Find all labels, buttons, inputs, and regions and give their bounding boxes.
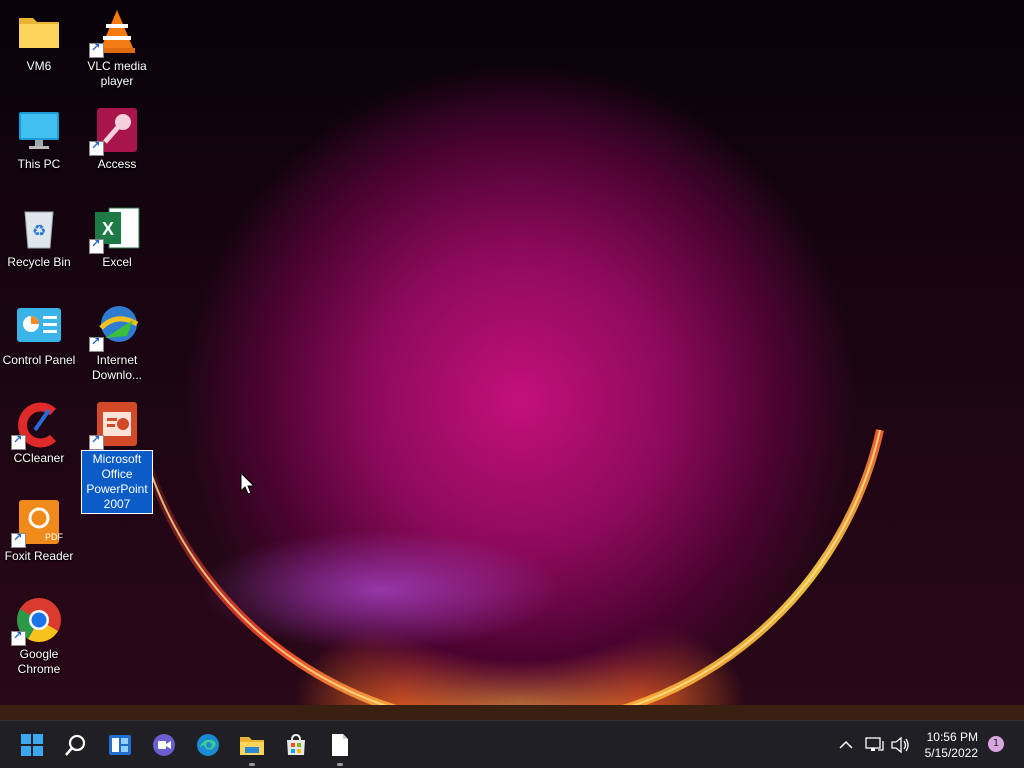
teams-chat-icon: [153, 734, 175, 756]
store-button[interactable]: [279, 728, 313, 762]
desktop-icon-vlc[interactable]: VLC media player: [78, 8, 156, 89]
desktop-icon-ccleaner[interactable]: CCleaner: [0, 400, 78, 466]
notepad-button[interactable]: [323, 728, 357, 766]
desktop-icon-label: Control Panel: [2, 353, 76, 367]
start-button[interactable]: [15, 728, 49, 762]
shortcut-arrow-icon: [89, 41, 104, 58]
search-button[interactable]: [59, 728, 93, 762]
running-indicator: [249, 763, 255, 766]
desktop-icon-label: Access: [97, 157, 137, 171]
desktop-icon-label: VLC media player: [87, 59, 147, 88]
file-explorer-icon: [240, 737, 264, 755]
widgets-button[interactable]: [103, 728, 137, 762]
desktop-icon-control-panel[interactable]: Control Panel: [0, 302, 78, 368]
recycle-bin-icon: ♻: [15, 204, 63, 252]
edge-icon: [197, 734, 219, 756]
taskbar: 10:56 PM 5/15/2022: [0, 720, 1024, 768]
svg-text:X: X: [102, 219, 114, 239]
running-indicator: [337, 763, 343, 766]
mouse-pointer-icon: [240, 472, 256, 495]
desktop-icon-excel[interactable]: X Excel: [78, 204, 156, 270]
desktop-icon-google-chrome[interactable]: Google Chrome: [0, 596, 78, 677]
desktop-icon-internet-download-manager[interactable]: Internet Downlo...: [78, 302, 156, 383]
desktop-icon-label: Internet Downlo...: [91, 353, 143, 382]
desktop-icon-label: VM6: [26, 59, 52, 73]
desktop-icon-label: This PC: [17, 157, 61, 171]
desktop-icon-powerpoint[interactable]: Microsoft Office PowerPoint 2007: [78, 400, 156, 514]
desktop-icon-recycle-bin[interactable]: ♻ Recycle Bin: [0, 204, 78, 270]
taskbar-clock[interactable]: 10:56 PM 5/15/2022: [925, 729, 978, 761]
access-icon: [89, 106, 141, 156]
show-hidden-icons-chevron-up-icon[interactable]: [836, 735, 856, 755]
monitor-icon: [15, 106, 63, 154]
shortcut-arrow-icon: [89, 335, 104, 352]
foxit-reader-icon: PDF: [11, 498, 64, 548]
desktop-icon-label: Microsoft Office PowerPoint 2007: [81, 450, 153, 514]
notepad-icon: [332, 734, 348, 756]
network-icon[interactable]: [864, 735, 884, 755]
powerpoint-icon: [89, 400, 141, 450]
vlc-icon: [89, 8, 141, 58]
desktop-icon-access[interactable]: Access: [78, 106, 156, 172]
notification-badge[interactable]: 1: [988, 736, 1004, 752]
system-tray: [836, 721, 910, 768]
edge-button[interactable]: [191, 728, 225, 762]
excel-icon: X: [89, 204, 141, 254]
start-icon: [21, 734, 43, 756]
desktop-icon-vm6[interactable]: VM6: [0, 8, 78, 74]
shortcut-arrow-icon: [89, 433, 104, 450]
internet-download-manager-icon: [89, 302, 141, 352]
widgets-icon: [109, 735, 131, 755]
shortcut-arrow-icon: [89, 139, 104, 156]
desktop-icon-foxit-reader[interactable]: PDF Foxit Reader: [0, 498, 78, 564]
desktop-icon-label: Foxit Reader: [4, 549, 74, 563]
shortcut-arrow-icon: [11, 433, 26, 450]
clock-date: 5/15/2022: [924, 746, 978, 760]
teams-chat-button[interactable]: [147, 728, 181, 762]
file-explorer-button[interactable]: [235, 728, 269, 766]
desktop-icon-label: Recycle Bin: [7, 255, 71, 269]
search-icon: [65, 734, 86, 756]
chrome-icon: [11, 596, 63, 646]
svg-text:♻: ♻: [32, 221, 46, 240]
desktop-icon-this-pc[interactable]: This PC: [0, 106, 78, 172]
desktop-icon-label: Excel: [102, 255, 132, 269]
shortcut-arrow-icon: [11, 531, 26, 548]
volume-icon[interactable]: [890, 735, 910, 755]
svg-text:PDF: PDF: [45, 532, 63, 542]
desktop-icon-label: CCleaner: [13, 451, 65, 465]
folder-icon: [15, 8, 63, 56]
shortcut-arrow-icon: [89, 237, 104, 254]
clock-time: 10:56 PM: [926, 730, 978, 744]
store-icon: [287, 733, 305, 755]
control-panel-icon: [15, 302, 63, 350]
ccleaner-icon: [11, 400, 63, 450]
shortcut-arrow-icon: [11, 629, 26, 646]
desktop-icon-label: Google Chrome: [17, 647, 61, 676]
